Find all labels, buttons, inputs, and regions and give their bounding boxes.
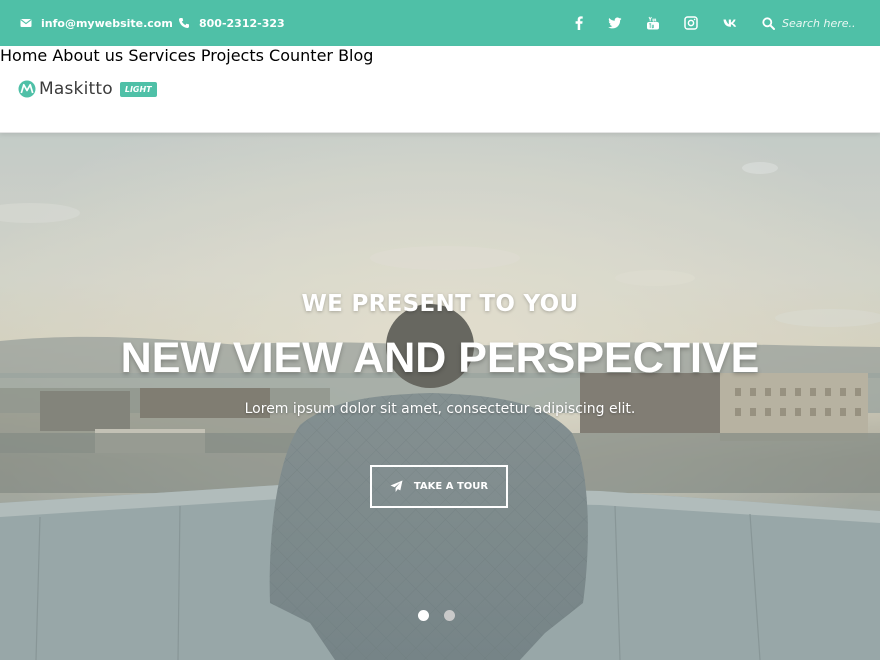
top-bar: info@mywebsite.com 800-2312-323	[0, 0, 880, 46]
nav-blog[interactable]: Blog	[338, 46, 373, 65]
hero-overlay	[0, 133, 880, 660]
twitter-icon[interactable]	[604, 0, 626, 46]
nav-services[interactable]: Services	[128, 46, 195, 65]
slider-dot-1[interactable]	[418, 610, 429, 621]
phone-icon	[179, 18, 189, 28]
site-logo[interactable]: Maskitto LIGHT	[18, 79, 157, 99]
hero-slider: WE PRESENT TO YOU NEW VIEW AND PERSPECTI…	[0, 133, 880, 660]
logo-m-icon	[18, 80, 36, 98]
logo-name: Maskitto	[39, 79, 113, 99]
email-contact[interactable]: info@mywebsite.com	[20, 0, 173, 46]
facebook-icon[interactable]	[568, 0, 590, 46]
site-header: Maskitto LIGHT Home About us Services Pr…	[0, 46, 880, 133]
take-a-tour-label: TAKE A TOUR	[413, 481, 489, 492]
nav-home[interactable]: Home	[0, 46, 47, 65]
logo-badge: LIGHT	[119, 81, 157, 97]
youtube-icon[interactable]	[642, 0, 664, 46]
search-icon[interactable]	[762, 16, 775, 30]
search-input[interactable]	[782, 16, 880, 30]
envelope-icon	[20, 19, 32, 27]
phone-text: 800-2312-323	[199, 16, 285, 30]
vk-icon[interactable]	[719, 0, 741, 46]
take-a-tour-button[interactable]: TAKE A TOUR	[370, 465, 508, 508]
nav-projects[interactable]: Projects	[201, 46, 264, 65]
hero-title: NEW VIEW AND PERSPECTIVE	[120, 334, 760, 382]
nav-about-us[interactable]: About us	[52, 46, 123, 65]
paper-plane-icon	[390, 480, 403, 492]
hero-subtitle: Lorem ipsum dolor sit amet, consectetur …	[244, 401, 636, 417]
instagram-icon[interactable]	[680, 0, 702, 46]
nav-counter[interactable]: Counter	[269, 46, 333, 65]
slider-dot-2[interactable]	[444, 610, 455, 621]
main-nav: Home About us Services Projects Counter …	[0, 46, 880, 65]
search-area	[762, 0, 880, 46]
phone-contact[interactable]: 800-2312-323	[178, 0, 285, 46]
hero-pretitle: WE PRESENT TO YOU	[301, 291, 579, 317]
slider-pagination	[418, 610, 470, 621]
email-text: info@mywebsite.com	[41, 16, 173, 30]
